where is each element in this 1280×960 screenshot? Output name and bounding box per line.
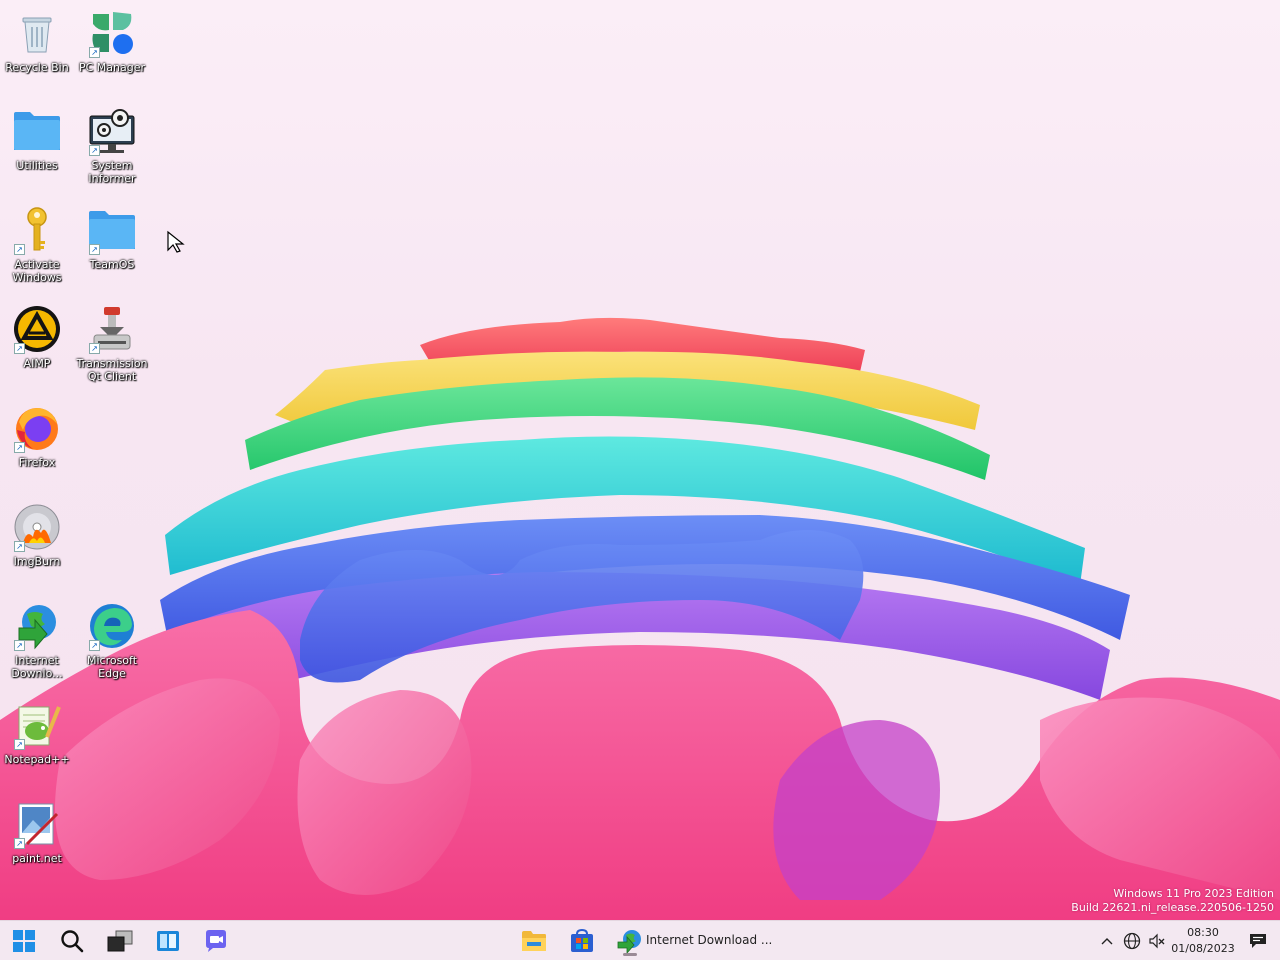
- task-view-button[interactable]: [104, 925, 136, 957]
- volume-button[interactable]: [1147, 931, 1167, 951]
- folder-icon: ↗: [87, 205, 137, 255]
- system-informer-icon: ↗: [87, 106, 137, 156]
- folder-icon: [12, 106, 62, 156]
- clock-time: 08:30: [1187, 926, 1219, 939]
- desktop-icon-firefox[interactable]: ↗ Firefox: [0, 403, 74, 469]
- task-view-icon: [107, 930, 133, 952]
- search-icon: [61, 930, 84, 953]
- clock-date: 01/08/2023: [1171, 942, 1235, 955]
- show-hidden-icons-button[interactable]: [1097, 931, 1117, 951]
- shortcut-arrow-icon: ↗: [14, 442, 25, 453]
- desktop-icon-label: Microsoft Edge: [86, 654, 138, 680]
- desktop-icon-label: Firefox: [18, 456, 56, 469]
- desktop-icon-imgburn[interactable]: ↗ ImgBurn: [0, 502, 74, 568]
- shortcut-arrow-icon: ↗: [14, 640, 25, 651]
- watermark-build: Build 22621.ni_release.220506-1250: [1071, 901, 1274, 914]
- windows-logo-icon: [13, 930, 35, 952]
- internet-download-manager-icon: ↗: [12, 601, 62, 651]
- watermark-edition: Windows 11 Pro 2023 Edition: [1113, 887, 1274, 900]
- windows-edition-watermark: Windows 11 Pro 2023 Edition Build 22621.…: [1071, 887, 1274, 915]
- mouse-cursor-icon: [167, 230, 185, 253]
- shortcut-arrow-icon: ↗: [14, 739, 25, 750]
- recycle-bin-icon: [12, 8, 62, 58]
- shortcut-arrow-icon: ↗: [89, 145, 100, 156]
- desktop-icon-utilities[interactable]: Utilities: [0, 106, 74, 172]
- paintnet-icon: ↗: [12, 799, 62, 849]
- chat-button[interactable]: [200, 925, 232, 957]
- chat-icon: [206, 930, 226, 952]
- internet-download-manager-taskbar-label[interactable]: Internet Download ...: [646, 933, 772, 947]
- desktop-icon-label: Recycle Bin: [5, 61, 69, 74]
- desktop-icon-pc-manager[interactable]: ↗ PC Manager: [75, 8, 149, 74]
- file-explorer-icon: [522, 931, 546, 951]
- desktop-icon-transmission[interactable]: ↗ Transmission Qt Client: [75, 304, 149, 383]
- shortcut-arrow-icon: ↗: [14, 244, 25, 255]
- desktop-icon-system-informer[interactable]: ↗ System Informer: [75, 106, 149, 185]
- pc-manager-icon: ↗: [87, 8, 137, 58]
- desktop-icon-label: ImgBurn: [13, 555, 61, 568]
- start-button[interactable]: [8, 925, 40, 957]
- microsoft-store-button[interactable]: [566, 925, 598, 957]
- network-button[interactable]: [1122, 931, 1142, 951]
- key-icon: ↗: [12, 205, 62, 255]
- desktop-icon-internet-download-manager[interactable]: ↗ Internet Downlo...: [0, 601, 74, 680]
- desktop-icon-label: Transmission Qt Client: [76, 357, 148, 383]
- desktop-icon-label: Utilities: [16, 159, 58, 172]
- internet-download-manager-taskbar-button[interactable]: [614, 925, 646, 957]
- desktop-icon-label: Notepad++: [4, 753, 70, 766]
- desktop-icon-aimp[interactable]: ↗ AIMP: [0, 304, 74, 370]
- shortcut-arrow-icon: ↗: [14, 838, 25, 849]
- globe-icon: [1123, 932, 1141, 950]
- notepadpp-icon: ↗: [12, 700, 62, 750]
- edge-icon: ↗: [87, 601, 137, 651]
- taskbar: Internet Download ... 08:30 01/08/2023: [0, 920, 1280, 960]
- search-button[interactable]: [56, 925, 88, 957]
- shortcut-arrow-icon: ↗: [89, 47, 100, 58]
- store-icon: [571, 929, 593, 952]
- desktop-icon-activate-windows[interactable]: ↗ Activate Windows: [0, 205, 74, 284]
- desktop-icon-label: AIMP: [23, 357, 51, 370]
- desktop-icon-label: Internet Downlo...: [11, 654, 63, 680]
- desktop-icon-label: Activate Windows: [12, 258, 62, 284]
- desktop-icon-label: paint.net: [12, 852, 62, 865]
- desktop-icon-teamos[interactable]: ↗ TeamOS: [75, 205, 149, 271]
- shortcut-arrow-icon: ↗: [89, 244, 100, 255]
- widgets-button[interactable]: [152, 925, 184, 957]
- widgets-icon: [157, 931, 179, 951]
- transmission-icon: ↗: [87, 304, 137, 354]
- notification-icon: [1250, 934, 1266, 948]
- desktop-icon-label: System Informer: [88, 159, 136, 185]
- shortcut-arrow-icon: ↗: [89, 343, 100, 354]
- desktop-icon-recycle-bin[interactable]: Recycle Bin: [0, 8, 74, 74]
- notification-center-button[interactable]: [1248, 931, 1268, 951]
- system-clock[interactable]: 08:30 01/08/2023: [1170, 925, 1236, 957]
- wallpaper-bloom: [0, 317, 1280, 920]
- firefox-icon: ↗: [12, 403, 62, 453]
- file-explorer-button[interactable]: [518, 925, 550, 957]
- chevron-up-icon: [1101, 938, 1113, 945]
- volume-muted-icon: [1149, 933, 1165, 949]
- aimp-icon: ↗: [12, 304, 62, 354]
- shortcut-arrow-icon: ↗: [89, 640, 100, 651]
- desktop-icon-label: PC Manager: [78, 61, 146, 74]
- desktop-icon-microsoft-edge[interactable]: ↗ Microsoft Edge: [75, 601, 149, 680]
- shortcut-arrow-icon: ↗: [14, 343, 25, 354]
- internet-download-manager-icon: [617, 930, 641, 953]
- desktop-icon-label: TeamOS: [89, 258, 135, 271]
- running-indicator: [623, 953, 637, 956]
- imgburn-icon: ↗: [12, 502, 62, 552]
- desktop-icon-notepadpp[interactable]: ↗ Notepad++: [0, 700, 74, 766]
- shortcut-arrow-icon: ↗: [14, 541, 25, 552]
- desktop-icon-paintnet[interactable]: ↗ paint.net: [0, 799, 74, 865]
